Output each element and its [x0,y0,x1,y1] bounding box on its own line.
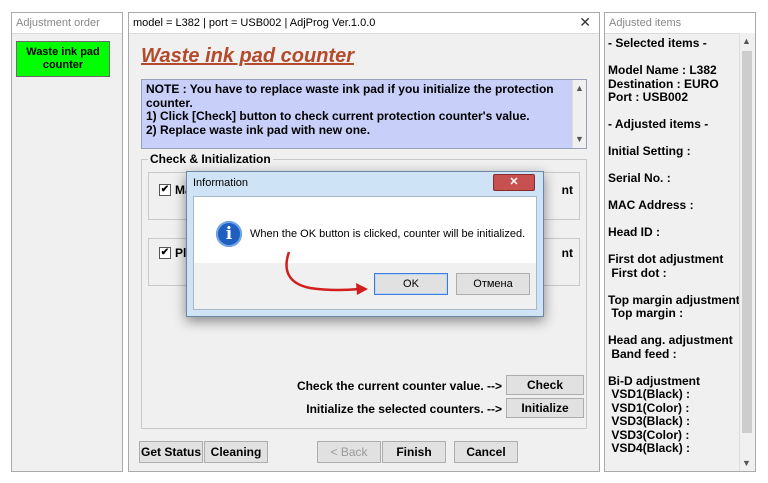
annotation-arrow [285,251,368,295]
